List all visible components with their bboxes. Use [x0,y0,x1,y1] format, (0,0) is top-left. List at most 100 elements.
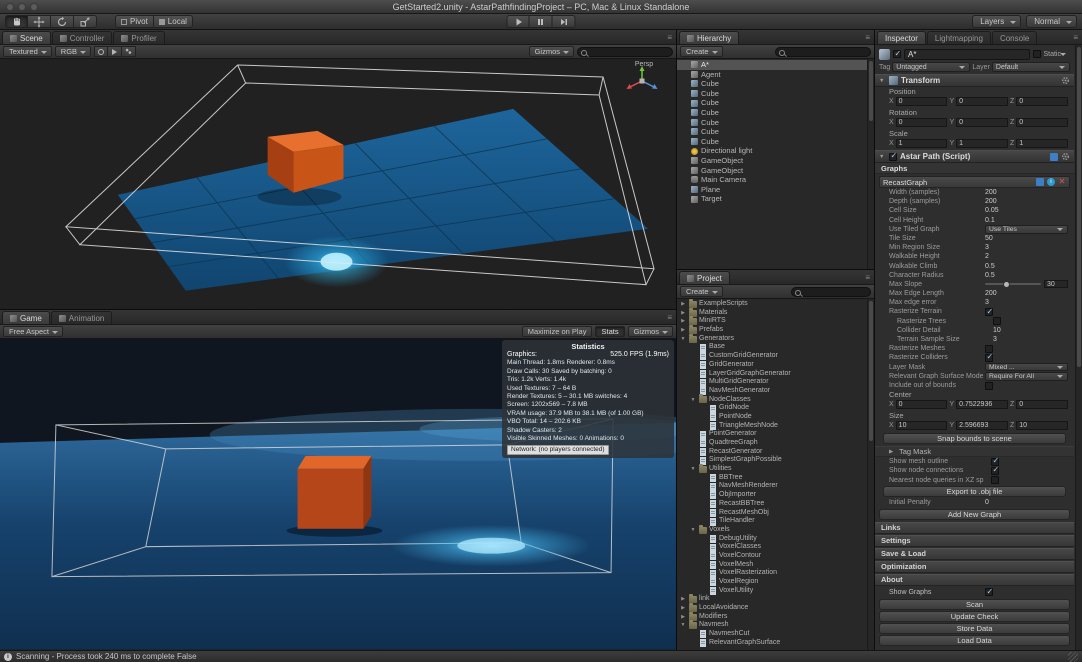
pause-button[interactable] [530,15,553,28]
game-viewport[interactable]: Statistics Graphics: 525.0 FPS (1.9ms) M… [0,339,676,650]
inspector-section-header[interactable]: Save & Load [875,548,1074,560]
scale-y-field[interactable]: 1 [956,139,1008,148]
project-scrollbar[interactable] [867,299,874,650]
project-item[interactable]: Base [677,343,874,352]
project-item[interactable]: PointNode [677,413,874,422]
project-item[interactable]: NavMeshRenderer [677,482,874,491]
slider-value[interactable]: 30 [1044,280,1068,288]
hierarchy-item[interactable]: GameObject [677,156,874,166]
scene-search-input[interactable] [577,47,673,57]
field-value[interactable]: 3 [985,243,1068,252]
field-value[interactable]: 0.05 [985,206,1068,215]
graph-field-row[interactable]: Max Slope 30 [875,280,1074,289]
project-item[interactable]: ▼ Navmesh [677,621,874,630]
graph-field-row[interactable]: Width (sam­ples) 200 [875,188,1074,197]
center-z-field[interactable]: 0 [1016,400,1068,409]
project-item[interactable]: RecastBBTree [677,500,874,509]
project-item[interactable]: ▶ link [677,595,874,604]
tag-mask-foldout[interactable]: ▶ Tag Mask [875,446,1074,457]
graph-toggle-row[interactable]: Show mesh outline [875,457,1074,466]
hierarchy-item[interactable]: Cube [677,127,874,137]
field-value[interactable]: 3 [985,298,1068,307]
graph-toggle-row[interactable]: Show node connections [875,466,1074,475]
game-gizmos-dropdown[interactable]: Gizmos [628,326,673,337]
inspector-action-button[interactable]: Store Data [879,623,1070,634]
object-name-field[interactable]: A* [904,49,1030,60]
hierarchy-item[interactable]: Cube [677,118,874,128]
foldout-arrow-icon[interactable]: ▶ [889,449,896,455]
project-item[interactable]: NavMeshGenerator [677,387,874,396]
project-item[interactable]: RecastGenerator [677,448,874,457]
project-item[interactable]: TriangleMeshNode [677,422,874,431]
project-item[interactable]: QuadtreeGraph [677,439,874,448]
gear-icon[interactable] [1061,152,1070,161]
maximize-on-play-toggle[interactable]: Maximize on Play [522,326,593,337]
graph-field-row[interactable]: Rasterize Colliders [875,353,1074,362]
field-value[interactable]: 2 [985,252,1068,261]
tab-project[interactable]: Project [679,271,730,284]
project-item[interactable]: ▶ Prefabs [677,326,874,335]
hierarchy-create-dropdown[interactable]: Create [680,46,723,57]
hierarchy-search-input[interactable] [775,47,871,57]
project-item[interactable]: TileHandler [677,517,874,526]
graph-field-row[interactable]: Tile Size 50 [875,234,1074,243]
graph-field-row[interactable]: Min Region Size 3 [875,243,1074,252]
hierarchy-item[interactable]: Target [677,194,874,204]
foldout-arrow-icon[interactable]: ▼ [689,396,697,405]
scene-gizmos-dropdown[interactable]: Gizmos [529,46,574,57]
foldout-arrow-icon[interactable]: ▶ [679,300,687,309]
foldout-arrow-icon[interactable]: ▶ [679,595,687,604]
graph-field-row[interactable]: Depth (samples) 200 [875,197,1074,206]
hierarchy-item[interactable]: Cube [677,98,874,108]
project-item[interactable]: ▼ NodeClasses [677,396,874,405]
size-y-field[interactable]: 2.596693 [956,421,1008,430]
foldout-arrow-icon[interactable]: ▼ [689,465,697,474]
rotation-x-field[interactable]: 0 [896,118,948,127]
project-item[interactable]: ▶ LocalAvoidance [677,604,874,613]
stats-toggle[interactable]: Stats [595,326,624,337]
minimize-window-icon[interactable] [18,3,26,11]
field-value[interactable]: 200 [985,188,1068,197]
inspector-scrollbar[interactable] [1075,45,1082,650]
graph-toggle-row[interactable]: Nearest node queries in XZ sp [875,476,1074,485]
hierarchy-item[interactable]: Directional light [677,146,874,156]
field-checkbox[interactable] [985,382,993,390]
hierarchy-item[interactable]: Cube [677,137,874,147]
project-item[interactable]: ▼ Voxels [677,526,874,535]
foldout-arrow-icon[interactable]: ▶ [679,613,687,622]
project-item[interactable]: NavmeshCut [677,630,874,639]
project-item[interactable]: ▼ Utilities [677,465,874,474]
toggle-checkbox[interactable] [991,476,999,484]
tag-dropdown[interactable]: Untagged [892,62,970,72]
position-y-field[interactable]: 0 [956,97,1008,106]
hierarchy-item[interactable]: Agent [677,70,874,80]
tab-animation[interactable]: Animation [51,311,113,324]
graph-field-row[interactable]: Cell Height 0.1 [875,216,1074,225]
scene-audio-toggle[interactable] [108,46,122,57]
hierarchy-item[interactable]: GameObject [677,166,874,176]
snap-bounds-button[interactable]: Snap bounds to scene [883,433,1066,444]
hierarchy-item[interactable]: Plane [677,185,874,195]
graph-field-row[interactable]: Max Edge Length 200 [875,289,1074,298]
move-tool-button[interactable] [28,15,51,28]
foldout-arrow-icon[interactable]: ▼ [689,526,697,535]
position-x-field[interactable]: 0 [896,97,948,106]
tab-controller[interactable]: Controller [52,31,113,44]
scene-lighting-toggle[interactable] [94,46,108,57]
graph-field-row[interactable]: Relevant Graph Surface Mode Require For … [875,372,1074,381]
project-item[interactable]: DebugUtility [677,535,874,544]
project-item[interactable]: GridGenerator [677,361,874,370]
graph-gizmo-icon[interactable] [1036,178,1044,186]
project-item[interactable]: VoxelClasses [677,543,874,552]
scale-x-field[interactable]: 1 [896,139,948,148]
project-item[interactable]: VoxelContour [677,552,874,561]
static-dropdown[interactable]: Static [1033,50,1070,58]
component-enabled-checkbox[interactable] [889,153,897,161]
field-value[interactable]: 200 [985,197,1068,206]
layer-dropdown[interactable]: Default [992,62,1070,72]
tab-hierarchy[interactable]: Hierarchy [679,31,739,44]
field-dropdown[interactable]: Require For All [985,372,1068,381]
tab-scene[interactable]: Scene [2,31,51,44]
render-mode-dropdown[interactable]: RGB [55,46,91,57]
graph-field-row[interactable]: Rasterize Terrain [875,307,1074,316]
